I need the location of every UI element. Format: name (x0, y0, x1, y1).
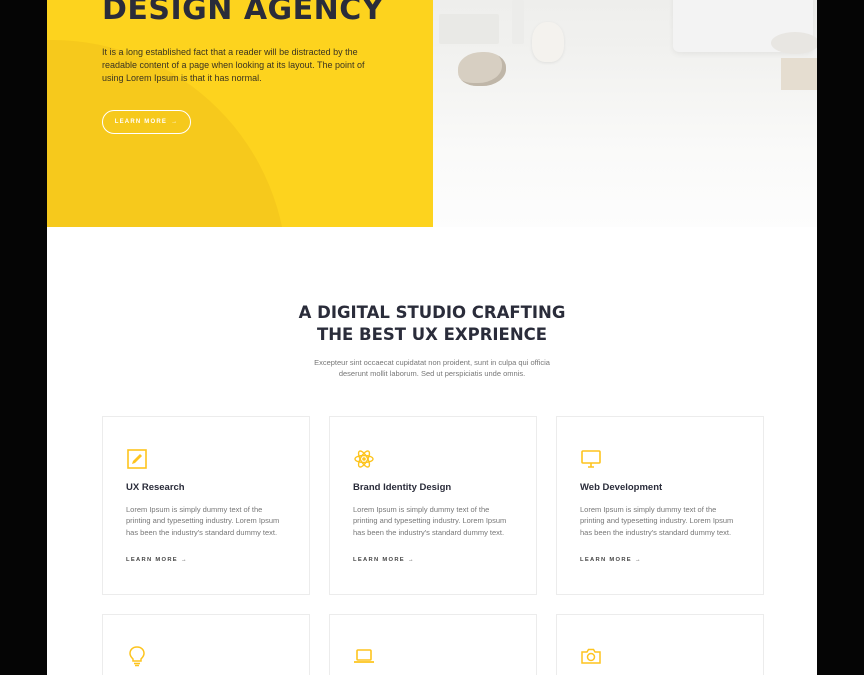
book-stack (439, 14, 499, 44)
hero-section: DESIGN AGENCY It is a long established f… (47, 0, 817, 227)
lightbulb-icon (129, 646, 145, 667)
section-title-line2: THE BEST UX EXPRIENCE (316, 325, 548, 344)
section-title: A DIGITAL STUDIO CRAFTING THE BEST UX EX… (47, 302, 817, 346)
service-text: Lorem Ipsum is simply dummy text of the … (126, 505, 280, 537)
gift-box (781, 58, 817, 90)
arrow-right-icon: → (171, 119, 179, 125)
service-text: Lorem Ipsum is simply dummy text of the … (580, 505, 734, 537)
service-text: Lorem Ipsum is simply dummy text of the … (353, 505, 507, 537)
service-card (102, 614, 310, 675)
hero-text: It is a long established fact that a rea… (102, 47, 365, 83)
service-title: Web Development (580, 482, 663, 493)
service-title: Brand Identity Design (353, 482, 452, 493)
service-card: Web Development Lorem Ipsum is simply du… (556, 416, 764, 595)
candle (512, 0, 524, 44)
pencil-square-icon (127, 449, 147, 469)
monitor-icon (581, 450, 601, 468)
service-learn-more-link[interactable]: LEARN MORE → (126, 557, 188, 563)
hero-photo (433, 0, 817, 227)
service-card (556, 614, 764, 675)
service-title: UX Research (126, 482, 185, 493)
vase (532, 22, 564, 62)
bowl (771, 32, 817, 54)
atom-icon (354, 450, 374, 468)
service-learn-more-link[interactable]: LEARN MORE → (580, 557, 642, 563)
section-title-line1: A DIGITAL STUDIO CRAFTING (298, 303, 566, 322)
hero-title: DESIGN AGENCY (102, 0, 385, 27)
learn-more-label: LEARN MORE (114, 119, 168, 125)
camera-icon (581, 648, 601, 664)
laptop-icon (354, 649, 374, 663)
service-card (329, 614, 537, 675)
hero-panel: DESIGN AGENCY It is a long established f… (47, 0, 433, 227)
shell-decor (458, 52, 506, 86)
service-card: Brand Identity Design Lorem Ipsum is sim… (329, 416, 537, 595)
web-page: DESIGN AGENCY It is a long established f… (47, 0, 817, 675)
learn-more-button[interactable]: LEARN MORE → (102, 110, 191, 134)
service-card: UX Research Lorem Ipsum is simply dummy … (102, 416, 310, 595)
service-learn-more-link[interactable]: LEARN MORE → (353, 557, 415, 563)
section-subtitle: Excepteur sint occaecat cupidatat non pr… (314, 358, 550, 378)
